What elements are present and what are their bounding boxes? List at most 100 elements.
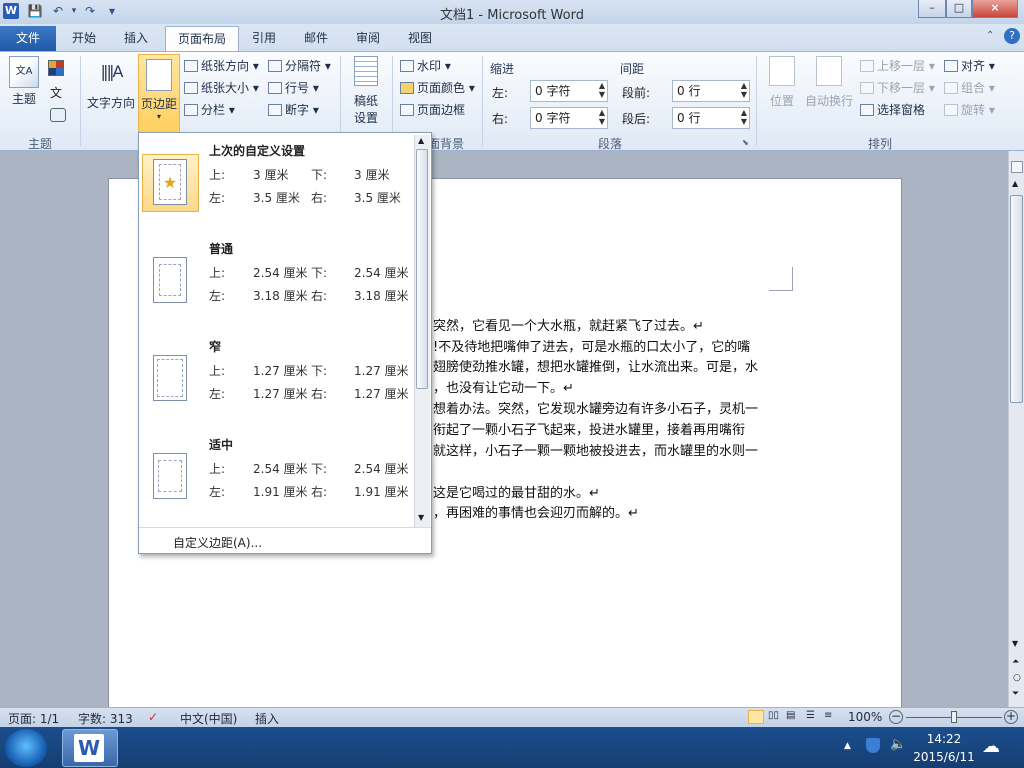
spinner-arrows-icon[interactable]: ▲ ▼ <box>599 108 605 126</box>
volume-icon[interactable]: 🔈 <box>890 737 906 752</box>
draft-paper-button[interactable]: 稿纸 设置 <box>346 56 386 126</box>
document-line[interactable]: 衔起了一颗小石子飞起来，投进水罐里，接着再用嘴衔 <box>433 419 745 438</box>
previous-page-icon[interactable]: ⏶ <box>1012 657 1019 667</box>
scroll-up-icon[interactable]: ▲ <box>1012 179 1018 188</box>
dropdown-scroll-up-icon[interactable]: ▲ <box>418 136 424 145</box>
dropdown-scroll-down-icon[interactable]: ▼ <box>418 513 424 522</box>
indent-right-input[interactable]: 0 字符 ▲ ▼ <box>530 107 608 129</box>
outline-view-icon[interactable]: ☰ <box>806 710 815 721</box>
spinner-arrows-icon[interactable]: ▲ ▼ <box>599 81 605 99</box>
themes-button[interactable]: 文A 主题 <box>6 56 42 107</box>
zoom-in-icon[interactable]: + <box>1004 710 1018 724</box>
document-line[interactable]: 这是它喝过的最甘甜的水。↵ <box>433 482 600 501</box>
selection-pane-label: 选择窗格 <box>877 103 926 117</box>
position-button[interactable]: 位置 <box>764 56 800 109</box>
vertical-scrollbar[interactable]: ▲ ▼ ⏶ ○ ⏷ <box>1008 151 1024 707</box>
clock-date[interactable]: 2015/6/11 <box>908 750 980 764</box>
indent-left-input[interactable]: 0 字符 ▲ ▼ <box>530 80 608 102</box>
word-count[interactable]: 字数: 313 <box>78 710 133 727</box>
minimize-button[interactable]: – <box>918 0 946 18</box>
preset-name[interactable]: 上次的自定义设置 <box>209 142 305 159</box>
group-button[interactable]: 组合 ▾ <box>944 78 995 98</box>
document-line[interactable]: 突然，它看见一个大水瓶，就赶紧飞了过去。↵ <box>433 315 704 334</box>
send-backward-button[interactable]: 下移一层 ▾ <box>860 78 935 98</box>
zoom-level[interactable]: 100% <box>848 710 882 724</box>
space-before-value: 0 行 <box>677 84 701 98</box>
browse-object-icon[interactable]: ○ <box>1013 673 1021 683</box>
theme-colors-icon[interactable] <box>48 60 64 76</box>
watermark-button[interactable]: 水印 ▾ <box>400 56 451 76</box>
ruler-toggle-icon[interactable] <box>1011 161 1023 173</box>
draft-paper-label-1: 稿纸 <box>353 94 378 108</box>
wrap-text-button[interactable]: 自动换行 <box>804 56 854 109</box>
space-before-input[interactable]: 0 行 ▲ ▼ <box>672 80 750 102</box>
tab-insert[interactable]: 插入 <box>112 26 160 51</box>
watermark-icon <box>400 60 414 72</box>
security-shield-icon[interactable] <box>866 738 880 753</box>
breaks-button[interactable]: 分隔符 ▾ <box>268 56 331 76</box>
align-button[interactable]: 对齐 ▾ <box>944 56 995 76</box>
weather-icon[interactable]: ☁ <box>982 736 1008 760</box>
selection-pane-button[interactable]: 选择窗格 <box>860 100 925 120</box>
space-after-input[interactable]: 0 行 ▲ ▼ <box>672 107 750 129</box>
help-icon[interactable]: ? <box>1004 28 1020 44</box>
full-screen-reading-view-icon[interactable]: ▯▯ <box>768 710 779 721</box>
scroll-thumb[interactable] <box>1010 195 1023 403</box>
zoom-out-icon[interactable]: − <box>889 710 903 724</box>
proofing-icon[interactable]: ✓ <box>148 710 158 724</box>
start-button[interactable] <box>5 729 47 767</box>
orientation-button[interactable]: 纸张方向 ▾ <box>184 56 259 76</box>
document-line[interactable]: ，再困难的事情也会迎刃而解的。↵ <box>433 502 639 521</box>
maximize-button[interactable]: □ <box>946 0 972 18</box>
clock-time[interactable]: 14:22 <box>912 732 976 746</box>
next-page-icon[interactable]: ⏷ <box>1012 689 1019 699</box>
line-numbers-button[interactable]: 行号 ▾ <box>268 78 319 98</box>
dropdown-scroll-thumb[interactable] <box>416 149 428 389</box>
scroll-down-icon[interactable]: ▼ <box>1012 639 1018 648</box>
draft-view-icon[interactable]: ≡ <box>824 710 832 721</box>
preset-name[interactable]: 适中 <box>209 436 233 453</box>
tab-references[interactable]: 引用 <box>240 26 288 51</box>
theme-effects-icon[interactable] <box>50 108 66 122</box>
collapse-ribbon-icon[interactable]: ⌃ <box>986 30 994 41</box>
web-layout-view-icon[interactable]: ▤ <box>786 710 795 721</box>
tab-page-layout[interactable]: 页面布局 <box>165 26 240 51</box>
preset-right-value: 3.18 厘米 <box>354 289 409 303</box>
print-layout-view-icon[interactable] <box>748 710 764 724</box>
document-line[interactable]: ，也没有让它动一下。↵ <box>433 377 574 396</box>
tab-review[interactable]: 审阅 <box>344 26 392 51</box>
language-status[interactable]: 中文(中国) <box>180 710 237 727</box>
tab-home[interactable]: 开始 <box>60 26 108 51</box>
page-color-button[interactable]: 页面颜色 ▾ <box>400 78 475 98</box>
text-direction-button[interactable]: ‖‖A 文字方向 <box>86 56 136 111</box>
insert-mode-status[interactable]: 插入 <box>255 710 279 727</box>
bring-forward-button[interactable]: 上移一层 ▾ <box>860 56 935 76</box>
hyphenation-button[interactable]: 断字 ▾ <box>268 100 319 120</box>
margins-button[interactable]: 页边距 ▾ <box>138 54 180 134</box>
size-button[interactable]: 纸张大小 ▾ <box>184 78 259 98</box>
preset-name[interactable]: 窄 <box>209 338 221 355</box>
document-line[interactable]: 想着办法。突然，它发现水罐旁边有许多小石子，灵机一 <box>433 398 758 417</box>
zoom-slider-thumb[interactable] <box>951 711 957 723</box>
close-button[interactable]: × <box>972 0 1018 18</box>
theme-fonts-icon[interactable]: 文 <box>50 84 62 101</box>
document-line[interactable]: 就这样，小石子一颗一颗地被投进去，而水罐里的水则一 <box>433 440 758 459</box>
paragraph-dialog-launcher-icon[interactable]: ⬊ <box>742 138 749 147</box>
tab-mailings[interactable]: 邮件 <box>292 26 340 51</box>
tab-file[interactable]: 文件 <box>0 26 56 51</box>
show-hidden-icons-icon[interactable]: ▲ <box>844 741 851 751</box>
columns-icon <box>184 104 198 116</box>
dropdown-scrollbar[interactable]: ▲ ▼ <box>414 135 430 527</box>
preset-name[interactable]: 普通 <box>209 240 233 257</box>
spinner-arrows-icon[interactable]: ▲ ▼ <box>741 81 747 99</box>
columns-button[interactable]: 分栏 ▾ <box>184 100 235 120</box>
page-count[interactable]: 页面: 1/1 <box>8 710 59 727</box>
page-color-icon <box>400 82 414 94</box>
document-line[interactable]: 翅膀使劲推水罐，想把水罐推倒，让水流出来。可是，水 <box>433 356 758 375</box>
tab-view[interactable]: 视图 <box>396 26 444 51</box>
page-borders-button[interactable]: 页面边框 <box>400 100 465 120</box>
rotate-button[interactable]: 旋转 ▾ <box>944 100 995 120</box>
spinner-arrows-icon[interactable]: ▲ ▼ <box>741 108 747 126</box>
custom-margins-item[interactable]: 自定义边距(A)... <box>173 534 262 551</box>
document-line[interactable]: !不及待地把嘴伸了进去，可是水瓶的口太小了，它的嘴 <box>433 336 750 355</box>
